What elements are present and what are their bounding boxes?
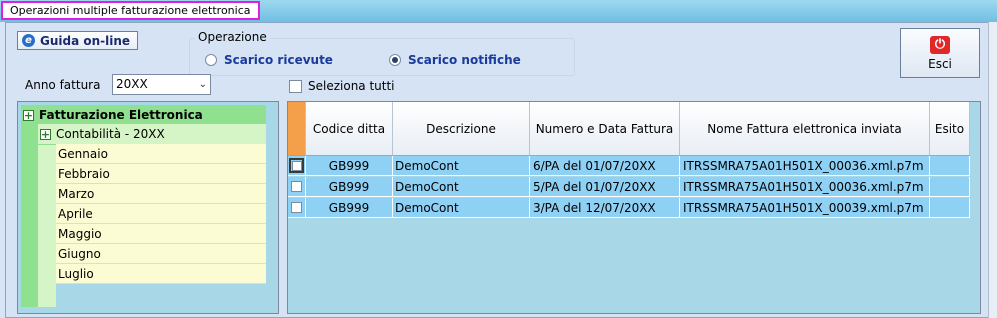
exit-button-label: Esci <box>928 56 952 71</box>
browser-icon: e <box>22 34 35 47</box>
radio-off-icon <box>205 54 217 66</box>
column-header[interactable]: Codice ditta <box>306 102 393 155</box>
column-header[interactable]: Descrizione <box>393 102 530 155</box>
cell-number: 5/PA del 01/07/20XX <box>530 177 680 196</box>
checkbox-icon <box>289 79 302 93</box>
cell-desc: DemoCont <box>393 156 530 175</box>
tree-node-month[interactable]: Maggio <box>56 224 266 244</box>
tree-node-month[interactable]: Luglio <box>56 264 266 284</box>
tree-indent <box>38 145 56 307</box>
tree-node-month[interactable]: Gennaio <box>56 144 266 164</box>
tree-node-root[interactable]: + Fatturazione Elettronica <box>21 105 266 125</box>
column-header[interactable]: Numero e Data Fattura <box>530 102 680 155</box>
cell-file: ITRSSMRA75A01H501X_00036.xml.p7m <box>680 156 930 175</box>
window-title: Operazioni multiple fatturazione elettro… <box>1 1 260 20</box>
exit-button[interactable]: ⏻ Esci <box>900 28 980 78</box>
invoice-grid: Codice ditta Descrizione Numero e Data F… <box>287 101 981 314</box>
checkbox-icon <box>291 160 302 171</box>
column-header[interactable]: Esito <box>930 102 970 155</box>
radio-label: Scarico ricevute <box>224 53 333 67</box>
cell-number: 6/PA del 01/07/20XX <box>530 156 680 175</box>
power-icon: ⏻ <box>930 35 950 54</box>
row-checkbox[interactable] <box>291 202 302 213</box>
grid-header: Codice ditta Descrizione Numero e Data F… <box>288 102 970 156</box>
tree-node-month[interactable]: Aprile <box>56 204 266 224</box>
tree-view: + Fatturazione Elettronica + Contabilità… <box>17 101 279 314</box>
tree-node-month[interactable]: Giugno <box>56 244 266 264</box>
expand-icon[interactable]: + <box>40 128 51 140</box>
cell-file: ITRSSMRA75A01H501X_00036.xml.p7m <box>680 177 930 196</box>
tree-node-contabilita[interactable]: + Contabilità - 20XX <box>38 124 266 144</box>
cell-desc: DemoCont <box>393 198 530 217</box>
operation-legend: Operazione <box>195 30 270 44</box>
year-select[interactable]: 20XX ⌄ <box>112 74 211 95</box>
table-row[interactable]: GB999 DemoCont 5/PA del 01/07/20XX ITRSS… <box>288 177 970 197</box>
chevron-down-icon: ⌄ <box>198 79 207 90</box>
cell-file: ITRSSMRA75A01H501X_00039.xml.p7m <box>680 198 930 217</box>
cell-esito <box>930 177 970 196</box>
cell-code: GB999 <box>306 177 393 196</box>
cell-code: GB999 <box>306 198 393 217</box>
tree-node-month[interactable]: Marzo <box>56 184 266 204</box>
help-button[interactable]: e Guida on-line <box>17 31 138 50</box>
tree-node-label: Fatturazione Elettronica <box>39 108 203 122</box>
radio-label: Scarico notifiche <box>408 53 521 67</box>
select-all-label: Seleziona tutti <box>308 79 395 93</box>
cell-number: 3/PA del 12/07/20XX <box>530 198 680 217</box>
year-select-value: 20XX <box>116 77 148 91</box>
cell-esito <box>930 156 970 175</box>
table-row[interactable]: GB999 DemoCont 6/PA del 01/07/20XX ITRSS… <box>288 156 970 176</box>
help-button-label: Guida on-line <box>40 33 131 48</box>
tree-node-label: Contabilità - 20XX <box>56 127 165 141</box>
year-label: Anno fattura <box>25 78 101 92</box>
cell-code: GB999 <box>306 156 393 175</box>
radio-scarico-notifiche[interactable]: Scarico notifiche <box>389 53 521 67</box>
row-checkbox[interactable] <box>291 181 302 192</box>
row-checkbox[interactable] <box>289 158 304 173</box>
radio-on-icon <box>389 54 401 66</box>
grid-corner <box>288 102 306 155</box>
table-row[interactable]: GB999 DemoCont 3/PA del 12/07/20XX ITRSS… <box>288 198 970 218</box>
title-bar: Operazioni multiple fatturazione elettro… <box>0 0 997 22</box>
expand-icon[interactable]: + <box>23 109 34 121</box>
cell-esito <box>930 198 970 217</box>
column-header[interactable]: Nome Fattura elettronica inviata <box>680 102 930 155</box>
vertical-scrollbar[interactable] <box>988 22 997 318</box>
cell-desc: DemoCont <box>393 177 530 196</box>
tree-node-month[interactable]: Febbraio <box>56 164 266 184</box>
radio-scarico-ricevute[interactable]: Scarico ricevute <box>205 53 333 67</box>
select-all-checkbox[interactable]: Seleziona tutti <box>289 79 395 93</box>
